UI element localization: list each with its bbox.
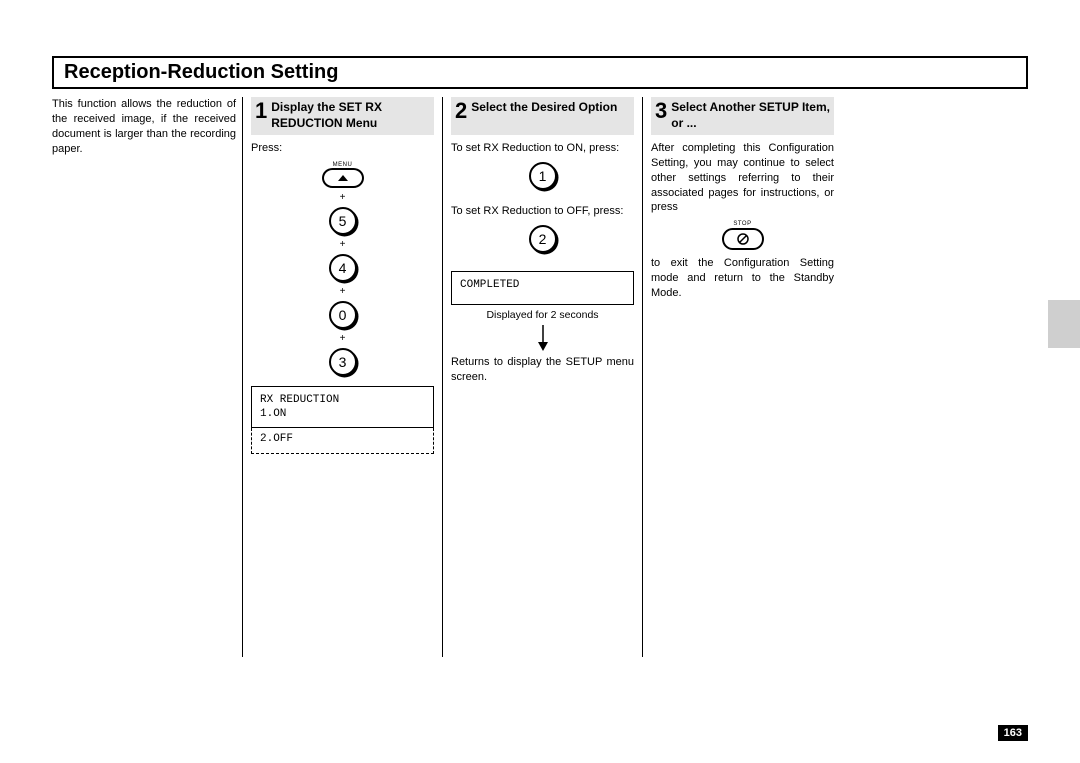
lcd-display-extra: 2.OFF <box>251 428 434 453</box>
plus-icon: + <box>340 192 346 203</box>
plus-icon: + <box>340 333 346 344</box>
plus-icon: + <box>340 286 346 297</box>
return-text: Returns to display the SETUP menu screen… <box>451 355 634 385</box>
step-1-column: 1 Display the SET RX REDUCTION Menu Pres… <box>242 97 442 657</box>
step-2-number: 2 <box>455 100 467 122</box>
set-on-text: To set RX Reduction to ON, press: <box>451 141 634 156</box>
numkey-2: 2 <box>529 225 557 253</box>
stop-key-icon <box>722 228 764 250</box>
intro-column: This function allows the reduction of th… <box>52 97 242 657</box>
step-2-title: Select the Desired Option <box>471 100 617 116</box>
stop-key: STOP <box>651 221 834 250</box>
arrow-down-icon <box>451 325 634 351</box>
lcd-display: RX REDUCTION 1.ON <box>251 386 434 429</box>
step-1-title: Display the SET RX REDUCTION Menu <box>271 100 430 131</box>
side-tab <box>1048 300 1080 348</box>
numkey-0: 0 <box>329 301 357 329</box>
menu-key-label: MENU <box>322 162 364 168</box>
lcd-line-3: 2.OFF <box>260 432 425 446</box>
menu-key: MENU <box>322 162 364 188</box>
step-3-number: 3 <box>655 100 667 122</box>
numkey-1: 1 <box>529 162 557 190</box>
page-number: 163 <box>998 725 1028 741</box>
numkey-4: 4 <box>329 254 357 282</box>
step-1-number: 1 <box>255 100 267 122</box>
content-columns: This function allows the reduction of th… <box>52 97 1028 657</box>
page-title: Reception-Reduction Setting <box>52 56 1028 89</box>
keypad-sequence: MENU + 5 + 4 + 0 + 3 <box>251 162 434 376</box>
set-off-text: To set RX Reduction to OFF, press: <box>451 204 634 219</box>
lcd-completed-text: COMPLETED <box>460 278 625 292</box>
lcd-line-2: 1.ON <box>260 407 425 421</box>
step-3-text-2: to exit the Configuration Setting mode a… <box>651 256 834 301</box>
menu-key-icon <box>322 168 364 188</box>
step-3-text-1: After completing this Configuration Sett… <box>651 141 834 215</box>
lcd-completed: COMPLETED <box>451 271 634 305</box>
plus-icon: + <box>340 239 346 250</box>
stop-key-label: STOP <box>733 221 751 227</box>
step-2-column: 2 Select the Desired Option To set RX Re… <box>442 97 642 657</box>
step-3-header: 3 Select Another SETUP Item, or ... <box>651 97 834 135</box>
press-label: Press: <box>251 141 434 156</box>
numkey-3: 3 <box>329 348 357 376</box>
step-3-column: 3 Select Another SETUP Item, or ... Afte… <box>642 97 842 657</box>
lcd-line-1: RX REDUCTION <box>260 393 425 407</box>
step-1-header: 1 Display the SET RX REDUCTION Menu <box>251 97 434 135</box>
displayed-caption: Displayed for 2 seconds <box>451 309 634 321</box>
numkey-5: 5 <box>329 207 357 235</box>
step-3-title: Select Another SETUP Item, or ... <box>671 100 830 131</box>
step-2-header: 2 Select the Desired Option <box>451 97 634 135</box>
intro-text: This function allows the reduction of th… <box>52 97 236 156</box>
